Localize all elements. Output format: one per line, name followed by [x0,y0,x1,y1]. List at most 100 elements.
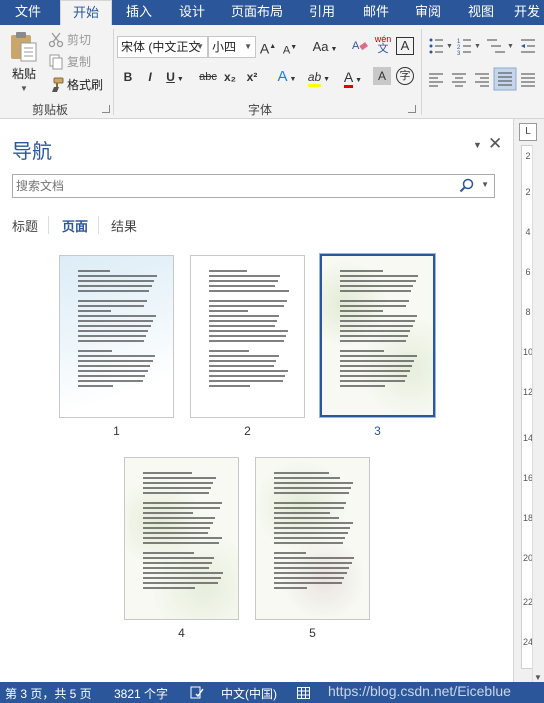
scroll-down-icon[interactable]: ▼ [534,673,542,682]
text-line-preview [274,512,330,514]
superscript-button[interactable]: x² [242,67,262,87]
close-icon[interactable]: ✕ [488,134,502,154]
align-right-icon[interactable] [475,73,489,87]
tab-file[interactable]: 文件 [0,0,56,25]
text-line-preview [340,355,417,357]
text-line-preview [209,380,283,382]
tab-view[interactable]: 视图 [456,0,506,25]
tab-mailings[interactable]: 邮件 [350,0,402,25]
search-input[interactable] [13,175,443,197]
text-line-preview [209,350,249,352]
bullets-icon[interactable]: ▼ [429,38,453,54]
font-size-combo[interactable]: 小四 ▼ [208,36,256,58]
numbering-icon[interactable]: 1 2 3 ▼ [457,39,481,57]
status-bar: 第 3 页，共 5 页 3821 个字 中文(中国) https://blog.… [0,682,544,703]
decrease-indent-icon[interactable] [521,39,535,53]
page-count[interactable]: 第 3 页，共 5 页 [5,685,92,702]
tab-home[interactable]: 开始 [60,0,112,25]
tab-headings[interactable]: 标题 [12,216,38,235]
tab-review[interactable]: 审阅 [402,0,454,25]
font-color-button[interactable]: A ▼ [338,67,368,88]
character-border-icon: A [400,38,410,53]
copy-button[interactable]: 复制 [48,53,91,70]
font-name-combo[interactable]: 宋体 (中文正文 ▼ [117,36,208,58]
distributed-icon[interactable] [521,73,535,87]
text-line-preview [143,557,215,559]
search-options-icon[interactable]: ▼ [481,180,489,189]
tab-selector-icon[interactable]: L [519,123,537,141]
paste-dropdown-icon[interactable]: ▼ [20,84,28,93]
text-line-preview [274,562,352,564]
svg-text:▼: ▼ [507,43,514,50]
text-line-preview [274,487,351,489]
page-thumbnail-2[interactable] [190,255,305,418]
text-line-preview [78,290,150,292]
nav-title: 导航 [12,139,52,163]
text-line-preview [143,567,210,569]
text-line-preview [274,537,346,539]
word-count[interactable]: 3821 个字 [114,685,168,702]
page-thumbnail-5[interactable] [255,457,370,620]
cut-button[interactable]: 剪切 [48,31,91,48]
page-thumbnail-3[interactable] [319,253,436,418]
align-left-icon[interactable] [429,73,443,87]
tab-results[interactable]: 结果 [111,216,137,235]
pane-options-icon[interactable]: ▼ [473,140,482,150]
font-launcher-icon[interactable] [408,105,416,113]
language-indicator[interactable]: 中文(中国) [221,685,277,702]
chevron-down-icon: ▼ [196,42,204,51]
tab-insert[interactable]: 插入 [114,0,164,25]
text-line-preview [78,380,143,382]
brush-icon [52,77,64,92]
character-border-button[interactable]: A [396,37,414,55]
tab-references[interactable]: 引用 [296,0,348,25]
text-line-preview [78,340,144,342]
clear-formatting-button[interactable]: A [350,37,370,57]
text-line-preview [209,360,277,362]
italic-button[interactable]: I [140,67,160,87]
tab-pages[interactable]: 页面 [62,216,88,235]
proofing-icon[interactable] [190,686,204,699]
align-center-icon[interactable] [452,73,466,87]
underline-button[interactable]: U ▼ [162,67,188,87]
text-line-preview [340,290,412,292]
phonetic-guide-button[interactable]: wén 文 [373,34,393,55]
shrink-font-button[interactable]: A▼ [280,38,300,58]
text-line-preview [340,360,415,362]
text-line-preview [340,270,383,272]
macro-record-icon[interactable] [297,687,310,699]
clipboard-launcher-icon[interactable] [102,105,110,113]
grow-font-button[interactable]: A▲ [258,37,278,57]
text-effects-button[interactable]: A ▼ [274,67,300,87]
text-line-preview [78,275,157,277]
tab-developer[interactable]: 开发 [510,0,544,25]
justify-icon[interactable] [493,67,517,91]
search-icon[interactable] [459,178,474,193]
text-line-preview [274,502,347,504]
text-line-preview [78,385,113,387]
highlight-button[interactable]: ab ▼ [304,67,334,87]
format-painter-button[interactable]: 格式刷 [48,76,103,93]
group-divider [421,29,422,115]
multilevel-list-icon[interactable]: ▼ [487,39,514,53]
tab-design[interactable]: 设计 [166,0,218,25]
tab-page-layout[interactable]: 页面布局 [222,0,292,25]
paste-button[interactable]: 粘贴 ▼ [8,31,40,93]
page-content-preview [340,270,419,403]
svg-text:▼: ▼ [474,43,481,50]
navigation-pane: 导航 ▼ ✕ ▼ 标题 页面 结果 1 2 3 4 5 [0,119,513,682]
text-line-preview [209,290,290,292]
page-number-1: 1 [113,424,120,438]
vertical-scrollbar[interactable]: ▼ [532,145,544,682]
page-number-3: 3 [374,424,381,438]
bold-button[interactable]: B [118,67,138,87]
subscript-button[interactable]: x₂ [220,67,240,87]
page-thumbnail-4[interactable] [124,457,239,620]
text-line-preview [143,582,219,584]
change-case-button[interactable]: Aa ▼ [310,37,340,57]
character-shading-button[interactable]: A [373,67,391,85]
page-thumbnail-1[interactable] [59,255,174,418]
text-line-preview [78,335,147,337]
enclose-characters-button[interactable]: 字 [396,67,414,85]
strikethrough-button[interactable]: abc [196,67,220,87]
